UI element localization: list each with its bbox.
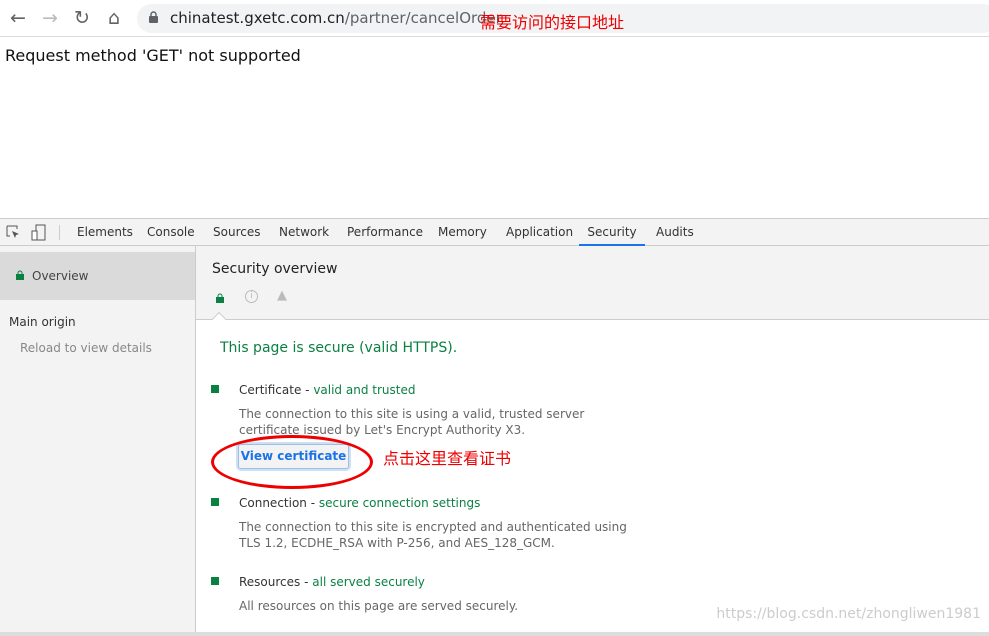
tab-performance[interactable]: Performance [347, 219, 423, 246]
annotation-api-address: 需要访问的接口地址 [480, 13, 625, 32]
forward-icon[interactable]: → [38, 6, 62, 30]
annotation-ellipse [211, 435, 373, 489]
home-icon[interactable]: ⌂ [102, 6, 126, 30]
tab-application[interactable]: Application [506, 219, 573, 246]
lock-icon [16, 270, 24, 280]
tab-memory[interactable]: Memory [438, 219, 487, 246]
tab-console[interactable]: Console [147, 219, 195, 246]
security-summary: This page is secure (valid HTTPS). [220, 340, 458, 356]
reload-icon[interactable]: ↻ [70, 6, 94, 30]
main-origin-heading: Main origin [9, 315, 76, 329]
page-error-message: Request method 'GET' not supported [5, 46, 301, 65]
back-icon[interactable]: ← [6, 6, 30, 30]
device-toggle-icon[interactable] [31, 224, 46, 241]
connection-description: The connection to this site is encrypted… [239, 520, 627, 550]
tab-elements[interactable]: Elements [77, 219, 133, 246]
certificate-heading: Certificate - valid and trusted [239, 383, 416, 397]
browser-toolbar: ← → ↻ ⌂ chinatest.gxetc.com.cn/partner/c… [0, 0, 989, 37]
info-icon: i [245, 290, 258, 303]
certificate-description: The connection to this site is using a v… [239, 407, 585, 437]
reload-to-view-details[interactable]: Reload to view details [20, 341, 152, 355]
resources-status-icon [211, 577, 219, 585]
overview-label: Overview [32, 269, 89, 283]
url-path: /partner/cancelOrder [344, 9, 502, 27]
url-host: chinatest.gxetc.com.cn [170, 9, 345, 27]
page-title: Security overview [212, 261, 338, 277]
inspect-icon[interactable] [6, 225, 21, 240]
resources-heading: Resources - all served securely [239, 575, 425, 589]
security-sidebar: Overview Main origin Reload to view deta… [0, 246, 196, 632]
lock-icon [149, 11, 158, 23]
bottom-border [0, 632, 989, 636]
devtools-tabbar: Elements Console Sources Network Perform… [0, 218, 989, 246]
tab-audits[interactable]: Audits [656, 219, 694, 246]
watermark: https://blog.csdn.net/zhongliwen1981 [716, 606, 981, 622]
connection-status-icon [211, 498, 219, 506]
tab-network[interactable]: Network [279, 219, 329, 246]
selection-notch [211, 311, 227, 327]
sidebar-item-overview[interactable]: Overview [0, 252, 195, 300]
tab-security[interactable]: Security [579, 219, 645, 246]
security-overview-header: Security overview i ▲ [196, 246, 989, 327]
certificate-status-icon [211, 385, 219, 393]
secure-lock-icon [216, 293, 224, 303]
divider [59, 225, 60, 240]
resources-description: All resources on this page are served se… [239, 599, 519, 613]
tab-sources[interactable]: Sources [213, 219, 260, 246]
url-text[interactable]: chinatest.gxetc.com.cn/partner/cancelOrd… [170, 9, 502, 27]
security-main-panel: Security overview i ▲ This page is secur… [196, 246, 989, 632]
warning-icon: ▲ [277, 288, 287, 303]
annotation-view-certificate: 点击这里查看证书 [383, 449, 512, 468]
connection-heading: Connection - secure connection settings [239, 496, 481, 510]
